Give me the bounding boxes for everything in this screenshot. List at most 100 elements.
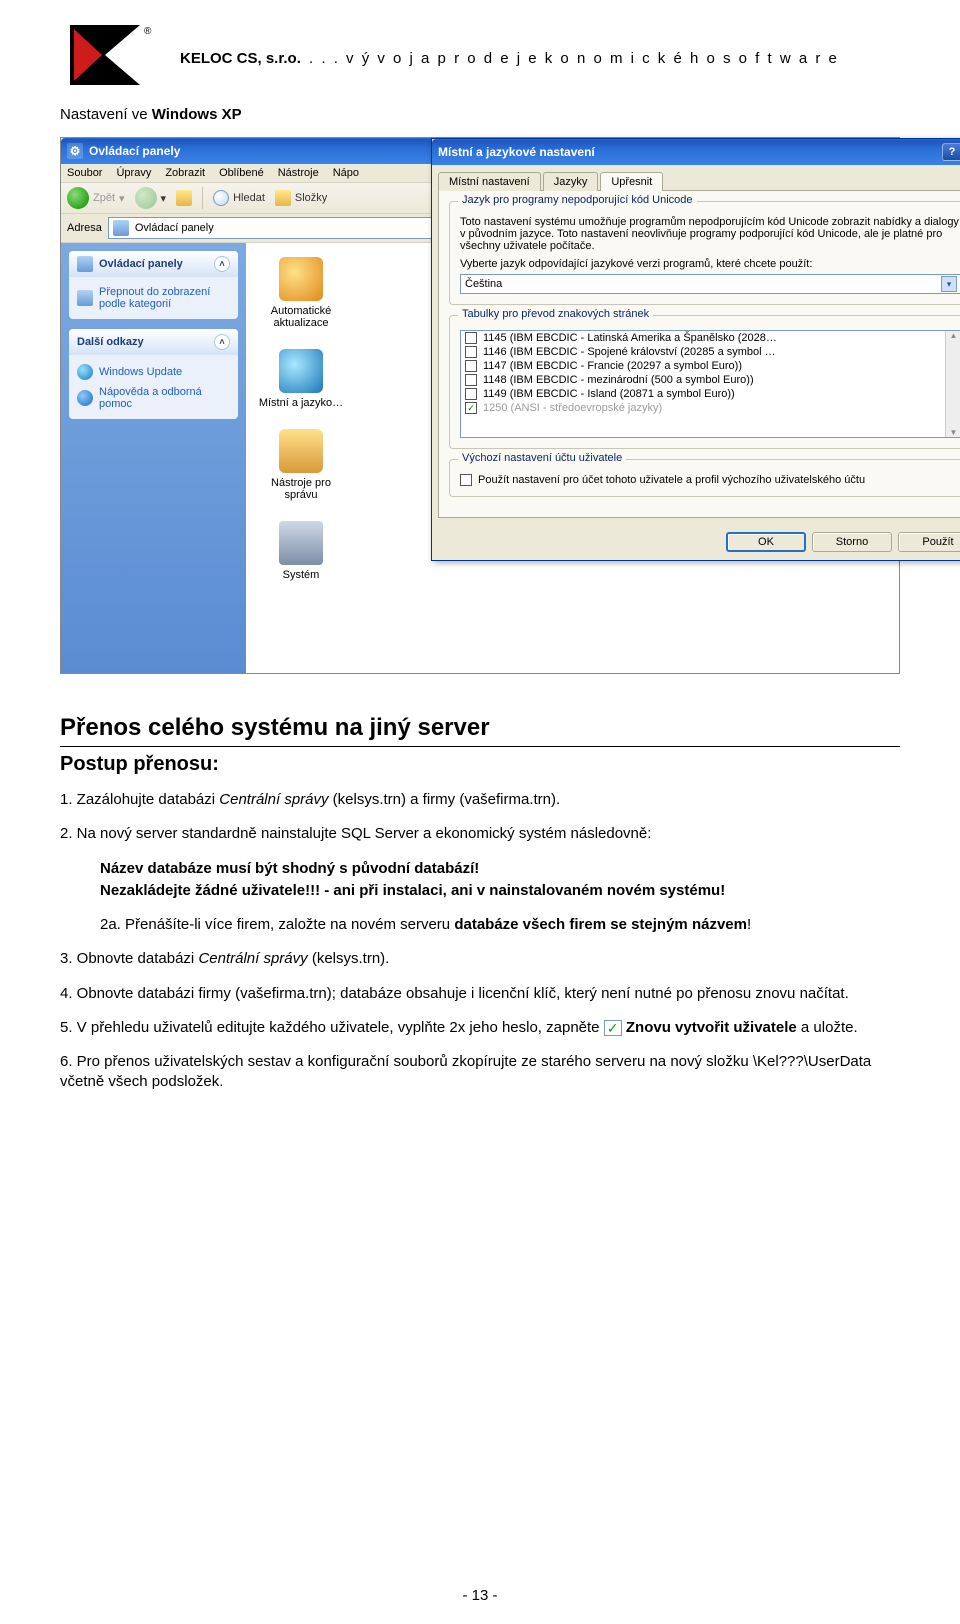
svg-text:®: ® — [144, 26, 152, 37]
category-icon — [279, 429, 323, 473]
ok-button[interactable]: OK — [726, 532, 806, 552]
group-unicode: Jazyk pro programy nepodporující kód Uni… — [449, 201, 960, 305]
chevron-down-icon[interactable]: ▾ — [941, 276, 957, 292]
forward-button[interactable]: ▾ — [135, 187, 167, 209]
globe-icon — [77, 364, 93, 380]
checkbox[interactable] — [460, 474, 472, 486]
list-item[interactable]: ✓1250 (ANSI - středoevropské jazyky) — [461, 401, 960, 415]
address-label: Adresa — [67, 222, 102, 234]
separator — [202, 187, 203, 209]
tab-body: Jazyk pro programy nepodporující kód Uni… — [438, 190, 960, 518]
group-desc2: Vyberte jazyk odpovídající jazykové verz… — [460, 258, 960, 270]
section-subtitle: Nastavení ve Windows XP — [60, 106, 900, 123]
category-icon — [77, 290, 93, 306]
category-icon — [279, 257, 323, 301]
menu-item[interactable]: Oblíbené — [219, 167, 264, 179]
panel-head[interactable]: Ovládací panely ˄ — [69, 251, 238, 277]
cancel-button[interactable]: Storno — [812, 532, 892, 552]
sidebar: Ovládací panely ˄ Přepnout do zobrazení … — [61, 243, 246, 673]
panel-head[interactable]: Další odkazy ˄ — [69, 329, 238, 355]
logo: ® — [60, 20, 160, 90]
help-button[interactable]: ? — [942, 143, 960, 161]
address-value: Ovládací panely — [135, 222, 214, 234]
category-icon — [279, 349, 323, 393]
menu-item[interactable]: Soubor — [67, 167, 102, 179]
codepage-list[interactable]: 1145 (IBM EBCDIC - Latinská Amerika a Šp… — [460, 330, 960, 438]
category-item[interactable]: Nástroje pro správu — [256, 429, 346, 501]
menu-item[interactable]: Zobrazit — [165, 167, 205, 179]
tabs: Místní nastavení Jazyky Upřesnit — [432, 165, 960, 190]
apply-button[interactable]: Použít — [898, 532, 960, 552]
tab-regional[interactable]: Místní nastavení — [438, 172, 541, 191]
group-codepages: Tabulky pro převod znakových stránek 114… — [449, 315, 960, 449]
doc-indent: Název databáze musí být shodný s původní… — [100, 859, 900, 879]
sidebar-link-wu[interactable]: Windows Update — [77, 361, 230, 383]
screenshot: ⚙ Ovládací panely Soubor Úpravy Zobrazit… — [60, 137, 900, 674]
checkbox[interactable] — [465, 346, 477, 358]
checkbox[interactable] — [465, 332, 477, 344]
checkbox-icon — [604, 1020, 622, 1036]
category-item[interactable]: Místní a jazyko… — [256, 349, 346, 409]
company-name: KELOC CS, s.r.o. — [180, 50, 301, 67]
company-tagline: . . . v ý v o j a p r o d e j e k o n o … — [309, 50, 839, 67]
doc-step-2: 2. Na nový server standardně nainstalujt… — [60, 824, 900, 844]
apply-default-checkbox-row[interactable]: Použít nastavení pro účet tohoto uživate… — [460, 474, 960, 486]
checkbox[interactable]: ✓ — [465, 402, 477, 414]
doc-indent: Nezakládejte žádné uživatele!!! - ani př… — [100, 881, 900, 901]
scrollbar[interactable]: ▲▼ — [945, 331, 960, 437]
cp-icon — [77, 256, 93, 272]
category-item[interactable]: Systém — [256, 521, 346, 581]
list-item[interactable]: 1145 (IBM EBCDIC - Latinská Amerika a Šp… — [461, 331, 960, 345]
checkbox[interactable] — [465, 360, 477, 372]
doc-step-4: 4. Obnovte databázi firmy (vašefirma.trn… — [60, 984, 900, 1004]
rule — [60, 746, 900, 747]
category-item[interactable]: Automatické aktualizace — [256, 257, 346, 329]
back-button[interactable]: Zpět ▾ — [67, 187, 125, 209]
dialog-buttons: OK Storno Použít — [432, 524, 960, 560]
doc-step-1: 1. Zazálohujte databázi Centrální správy… — [60, 790, 900, 810]
up-button[interactable] — [176, 190, 192, 206]
chevron-up-icon[interactable]: ˄ — [214, 334, 230, 350]
search-icon — [213, 190, 229, 206]
regional-settings-dialog: Místní a jazykové nastavení ? ✕ Místní n… — [431, 138, 960, 561]
cp-window-icon: ⚙ — [67, 143, 83, 159]
cp-icon — [113, 220, 129, 236]
list-item[interactable]: 1146 (IBM EBCDIC - Spojené království (2… — [461, 345, 960, 359]
back-icon — [67, 187, 89, 209]
company-block: KELOC CS, s.r.o. . . . v ý v o j a p r o… — [180, 20, 900, 67]
group-desc: Toto nastavení systému umožňuje programů… — [460, 216, 960, 252]
folders-button[interactable]: Složky — [275, 190, 327, 206]
group-default-account: Výchozí nastavení účtu uživatele Použít … — [449, 459, 960, 497]
sidebar-link-help[interactable]: Nápověda a odborná pomoc — [77, 383, 230, 413]
category-icon — [279, 521, 323, 565]
sidebar-link-switch-view[interactable]: Přepnout do zobrazení podle kategorií — [77, 283, 230, 313]
sidebar-panel-cp: Ovládací panely ˄ Přepnout do zobrazení … — [69, 251, 238, 319]
cp-title: Ovládací panely — [89, 144, 180, 158]
folders-icon — [275, 190, 291, 206]
search-button[interactable]: Hledat — [213, 190, 265, 206]
list-item[interactable]: 1149 (IBM EBCDIC - Island (20871 a symbo… — [461, 387, 960, 401]
tab-advanced[interactable]: Upřesnit — [600, 172, 663, 191]
sidebar-panel-links: Další odkazy ˄ Windows Update Nápověda a… — [69, 329, 238, 419]
chevron-up-icon[interactable]: ˄ — [214, 256, 230, 272]
document-body: Přenos celého systému na jiný server Pos… — [60, 714, 900, 1093]
menu-item[interactable]: Nástroje — [278, 167, 319, 179]
menu-item[interactable]: Nápo — [333, 167, 359, 179]
doc-step-6: 6. Pro přenos uživatelských sestav a kon… — [60, 1052, 900, 1093]
list-item[interactable]: 1147 (IBM EBCDIC - Francie (20297 a symb… — [461, 359, 960, 373]
doc-heading: Přenos celého systému na jiný server — [60, 714, 900, 742]
help-icon — [77, 390, 93, 406]
dialog-titlebar: Místní a jazykové nastavení ? ✕ — [432, 139, 960, 165]
forward-icon — [135, 187, 157, 209]
doc-step-5: 5. V přehledu uživatelů editujte každého… — [60, 1018, 900, 1038]
doc-subheading: Postup přenosu: — [60, 753, 900, 776]
page-number: - 13 - — [0, 1587, 960, 1604]
checkbox[interactable] — [465, 388, 477, 400]
list-item[interactable]: 1148 (IBM EBCDIC - mezinárodní (500 a sy… — [461, 373, 960, 387]
checkbox[interactable] — [465, 374, 477, 386]
language-dropdown[interactable]: Čeština ▾ — [460, 274, 960, 294]
doc-step-3: 3. Obnovte databázi Centrální správy (ke… — [60, 949, 900, 969]
folder-up-icon — [176, 190, 192, 206]
tab-languages[interactable]: Jazyky — [543, 172, 599, 191]
menu-item[interactable]: Úpravy — [116, 167, 151, 179]
